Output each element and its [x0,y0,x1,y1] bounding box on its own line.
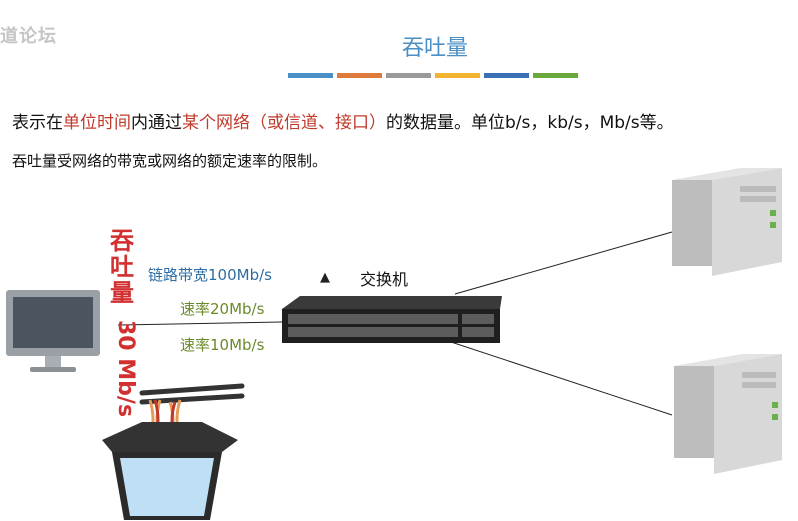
server-top-icon [672,168,782,276]
computer-monitor-icon [6,290,100,372]
link-bandwidth-label: 链路带宽100Mb/s [148,266,272,284]
throughput-char: 吞 [110,227,134,255]
server-bottom-icon [674,354,782,474]
throughput-vertical-label: 吞 吐 量 [100,228,144,306]
rate-10-label: 速率10Mb/s [180,336,265,354]
switch-label: 交换机 [360,270,409,289]
throughput-rate: 30 Mb/s [113,320,138,418]
throughput-char: 量 [110,279,134,307]
mouse-cursor-icon: ▲ [320,270,330,285]
link-switch-server-bottom [444,339,673,416]
link-switch-server-top [454,231,673,295]
rate-20-label: 速率20Mb/s [180,300,265,318]
link-pc-switch [117,321,283,326]
network-switch-icon [282,296,502,343]
throughput-char: 吐 [110,253,134,281]
